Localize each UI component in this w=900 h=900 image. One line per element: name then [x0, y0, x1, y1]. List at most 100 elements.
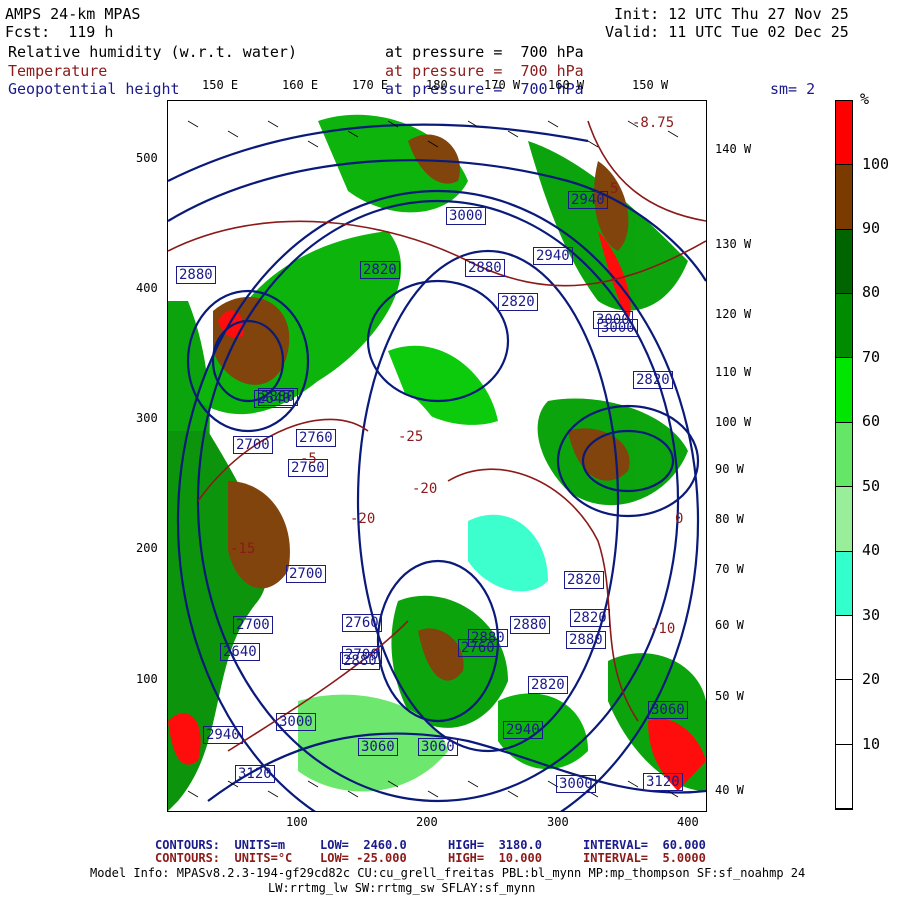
height-label: 2820	[570, 609, 610, 627]
left-grid-label: 200	[136, 541, 158, 555]
colorbar-bin	[836, 294, 852, 359]
height-label: 2640	[254, 390, 294, 408]
height-label: 2940	[568, 191, 608, 209]
colorbar-bin	[836, 744, 852, 809]
height-label: 2760	[296, 429, 336, 447]
height-label: 2820	[360, 261, 400, 279]
colorbar-label: 90	[862, 219, 881, 237]
height-label: 2940	[503, 721, 543, 739]
left-grid-label: 300	[136, 411, 158, 425]
colorbar-label: 10	[862, 735, 881, 753]
bottom-grid-label: 200	[416, 815, 438, 829]
temp-label: -10	[650, 621, 676, 637]
colorbar-bin	[836, 358, 852, 423]
rh-patch	[468, 514, 548, 592]
height-label: 2880	[465, 259, 505, 277]
colorbar-label: 80	[862, 283, 881, 301]
height-label: 3060	[648, 701, 688, 719]
forecast-hour: Fcst: 119 h	[5, 23, 114, 41]
height-label: 2820	[633, 371, 673, 389]
field-rh-name: Relative humidity (w.r.t. water)	[8, 43, 297, 61]
height-label: 3060	[358, 738, 398, 756]
footer-temp-high: HIGH= 10.000	[448, 851, 542, 865]
temp-label: 0	[675, 511, 684, 527]
colorbar-bin	[836, 101, 852, 166]
rh-patch	[228, 481, 290, 589]
colorbar-label: 70	[862, 348, 881, 366]
height-label: 2640	[220, 643, 260, 661]
left-grid-label: 500	[136, 151, 158, 165]
right-lon-label: 140 W	[715, 142, 752, 156]
height-label: 2760	[342, 614, 382, 632]
temp-label: 5	[610, 181, 619, 197]
top-lon-label: 180	[426, 78, 448, 92]
temp-label: -8.75	[632, 115, 675, 131]
colorbar-label: 50	[862, 477, 881, 495]
height-label: 3120	[643, 773, 683, 791]
footer-height-high: HIGH= 3180.0	[448, 838, 542, 852]
top-lon-label: 150 E	[202, 78, 239, 92]
field-temp-name: Temperature	[8, 62, 108, 80]
rh-map-panel: 2880 2820 2880 2940 3000 2880 2820 2820 …	[167, 100, 707, 812]
top-lon-label: 170 E	[352, 78, 389, 92]
init-time: Init: 12 UTC Thu 27 Nov 25	[614, 5, 849, 23]
footer-temp-units: CONTOURS: UNITS=°C	[155, 851, 293, 865]
left-grid-label: 100	[136, 672, 158, 686]
height-label: 2880	[468, 629, 508, 647]
temp-label: -20	[350, 511, 376, 527]
footer-temp-interval: INTERVAL= 5.0000	[583, 851, 706, 865]
right-lon-label: 50 W	[715, 689, 744, 703]
height-label: 2940	[203, 726, 243, 744]
height-label: 3060	[418, 738, 458, 756]
top-lon-label: 150 W	[632, 78, 669, 92]
height-label: 2700	[233, 616, 273, 634]
bottom-grid-label: 100	[286, 815, 308, 829]
footer-height-interval: INTERVAL= 60.000	[583, 838, 706, 852]
temp-label: -25	[398, 429, 424, 445]
colorbar-bin	[836, 551, 852, 616]
model-info: Model Info: MPASv8.2.3-194-gf29cd82c CU:…	[90, 866, 806, 880]
colorbar-label: 100	[862, 155, 890, 173]
footer-temp-low: LOW= -25.000	[320, 851, 407, 865]
height-label: 2880	[510, 616, 550, 634]
colorbar-bin	[836, 422, 852, 488]
valid-time: Valid: 11 UTC Tue 02 Dec 25	[605, 23, 849, 41]
bottom-grid-label: 300	[547, 815, 569, 829]
height-label: 2880	[340, 652, 380, 670]
right-lon-label: 60 W	[715, 618, 744, 632]
map-title: AMPS 24-km MPAS	[5, 5, 141, 23]
colorbar-label: 40	[862, 541, 881, 559]
top-lon-label: 170 W	[484, 78, 521, 92]
bottom-grid-label: 400	[677, 815, 699, 829]
map-field-graphic	[168, 114, 706, 811]
right-lon-label: 120 W	[715, 307, 752, 321]
colorbar-bin	[836, 165, 852, 230]
left-grid-label: 400	[136, 281, 158, 295]
height-label: 3000	[446, 207, 486, 225]
footer-height-low: LOW= 2460.0	[320, 838, 407, 852]
top-lon-label: 160 E	[282, 78, 319, 92]
colorbar-label: 20	[862, 670, 881, 688]
height-label: 2820	[564, 571, 604, 589]
right-lon-label: 100 W	[715, 415, 752, 429]
footer-height-units: CONTOURS: UNITS=m	[155, 838, 286, 852]
colorbar-label: 30	[862, 606, 881, 624]
smoothing-label: sm= 2	[770, 80, 816, 98]
field-rh-level: at pressure = 700 hPa	[385, 43, 584, 61]
colorbar	[835, 100, 853, 810]
temp-label: -15	[230, 541, 256, 557]
rh-shading	[168, 114, 706, 811]
height-label: 3000	[276, 713, 316, 731]
right-lon-label: 40 W	[715, 783, 744, 797]
colorbar-label: 60	[862, 412, 881, 430]
colorbar-bin	[836, 229, 852, 295]
right-lon-label: 70 W	[715, 562, 744, 576]
height-label: 2700	[233, 436, 273, 454]
colorbar-unit: %	[860, 90, 870, 108]
colorbar-bin	[836, 680, 852, 745]
top-lon-label: 160 W	[548, 78, 585, 92]
right-lon-label: 130 W	[715, 237, 752, 251]
height-label: 2880	[176, 266, 216, 284]
height-label: 3120	[235, 765, 275, 783]
height-label: 2700	[286, 565, 326, 583]
